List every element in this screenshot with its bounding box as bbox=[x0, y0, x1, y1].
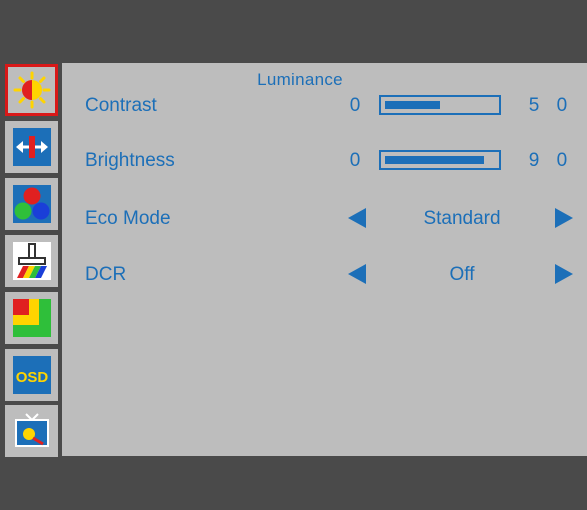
brightness-slider-fill bbox=[385, 156, 484, 164]
sidebar-item-color-boost[interactable] bbox=[5, 292, 58, 344]
top-bar bbox=[0, 0, 587, 63]
image-setup-icon bbox=[12, 128, 51, 166]
sidebar-item-extra[interactable] bbox=[5, 405, 58, 457]
osd-setup-icon: OSD bbox=[12, 356, 51, 394]
eco-mode-right-arrow-icon[interactable] bbox=[555, 208, 573, 228]
eco-mode-label: Eco Mode bbox=[85, 208, 171, 229]
menu-title: Luminance bbox=[257, 70, 343, 89]
dcr-right-arrow-icon[interactable] bbox=[555, 264, 573, 284]
contrast-label: Contrast bbox=[85, 95, 157, 116]
brightness-value: 9 0 bbox=[528, 150, 574, 171]
contrast-min: 0 bbox=[349, 95, 361, 116]
extra-icon bbox=[14, 413, 49, 447]
osd-icon-text: OSD bbox=[15, 369, 48, 386]
luminance-icon bbox=[13, 71, 50, 109]
dcr-left-arrow-icon[interactable] bbox=[348, 264, 366, 284]
contrast-slider[interactable] bbox=[379, 95, 501, 115]
sidebar-item-osd-setup[interactable]: OSD bbox=[5, 349, 58, 401]
dcr-label: DCR bbox=[85, 264, 127, 285]
bottom-bar bbox=[0, 456, 587, 510]
color-temp-icon bbox=[12, 185, 51, 223]
dcr-value: Off bbox=[449, 264, 475, 285]
osd-panel bbox=[0, 63, 587, 456]
picture-boost-icon bbox=[12, 242, 51, 280]
brightness-slider[interactable] bbox=[379, 150, 501, 170]
sidebar-item-luminance[interactable] bbox=[5, 64, 58, 116]
color-boost-icon bbox=[12, 299, 51, 337]
eco-mode-value: Standard bbox=[423, 208, 501, 229]
contrast-slider-fill bbox=[385, 101, 440, 109]
brightness-label: Brightness bbox=[85, 150, 175, 171]
sidebar-item-image-setup[interactable] bbox=[5, 121, 58, 173]
sidebar-item-color-temp[interactable] bbox=[5, 178, 58, 230]
contrast-value: 5 0 bbox=[528, 95, 574, 116]
brightness-min: 0 bbox=[349, 150, 361, 171]
sidebar-item-picture-boost[interactable] bbox=[5, 235, 58, 287]
eco-mode-left-arrow-icon[interactable] bbox=[348, 208, 366, 228]
